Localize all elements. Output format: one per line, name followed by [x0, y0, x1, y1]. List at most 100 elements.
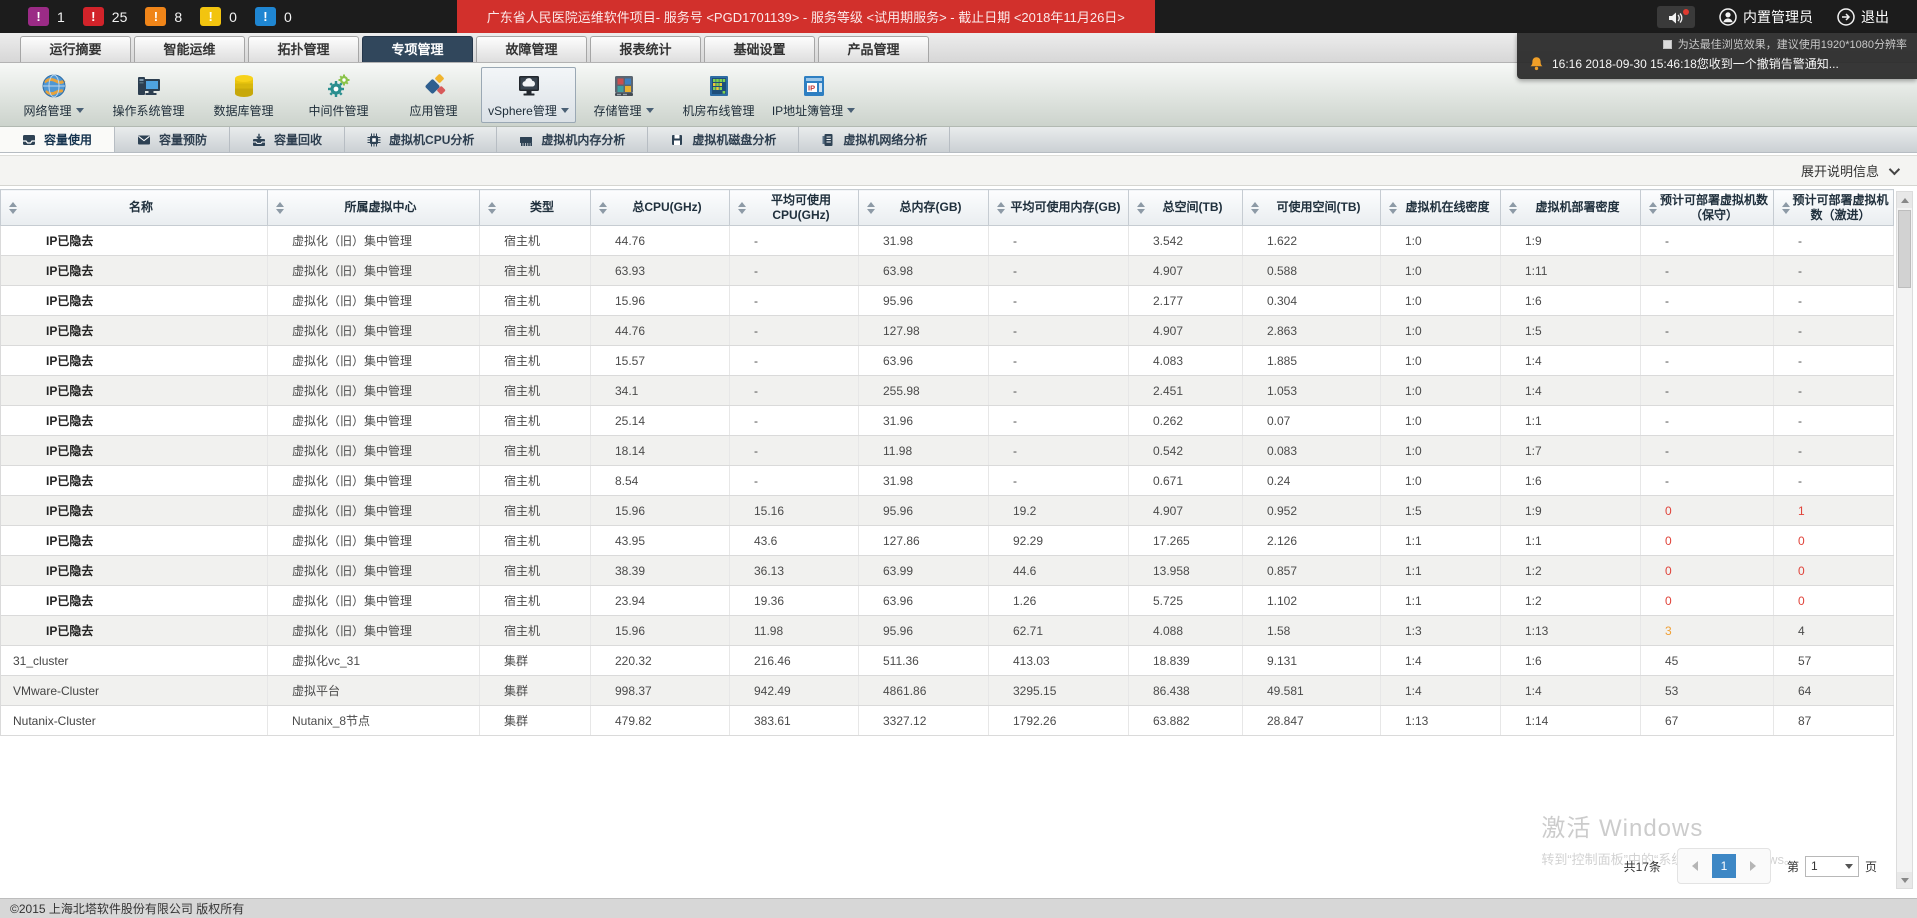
scrollbar-thumb[interactable] — [1898, 210, 1911, 288]
sub-tab[interactable]: 容量回收 — [230, 127, 345, 152]
expand-info-toggle[interactable]: 展开说明信息 — [0, 155, 1917, 186]
sub-tab[interactable]: 虚拟机磁盘分析 — [648, 127, 799, 152]
main-tab[interactable]: 运行摘要 — [20, 36, 131, 62]
toolbar-item[interactable]: IP IP地址簿管理 — [766, 67, 861, 123]
sub-tab-label: 虚拟机CPU分析 — [389, 131, 474, 148]
table-row[interactable]: IP已隐去虚拟化（旧）集中管理宿主机15.9611.9895.9662.714.… — [1, 616, 1894, 646]
notification-toast[interactable]: 为达最佳浏览效果，建议使用1920*1080分辨率 16:16 2018-09-… — [1517, 33, 1917, 79]
main-tab[interactable]: 专项管理 — [362, 36, 473, 62]
toolbar-item[interactable]: 数据库管理 — [196, 67, 291, 123]
main-tab[interactable]: 智能运维 — [134, 36, 245, 62]
column-header[interactable]: 总内存(GB) — [859, 190, 989, 226]
alert-counter[interactable]: ! 25 — [83, 7, 128, 26]
sort-icon[interactable] — [3, 202, 17, 214]
main-tab[interactable]: 故障管理 — [476, 36, 587, 62]
alert-counter[interactable]: ! 0 — [255, 7, 292, 26]
toolbar-item[interactable]: vSphere管理 — [481, 67, 576, 123]
cell-mem-total: 127.98 — [859, 316, 989, 346]
toolbar-item[interactable]: 中间件管理 — [291, 67, 386, 123]
current-page-button[interactable]: 1 — [1712, 854, 1736, 878]
toolbar-item[interactable]: 应用管理 — [386, 67, 481, 123]
column-header[interactable]: 总空间(TB) — [1129, 190, 1243, 226]
sort-icon[interactable] — [861, 202, 875, 214]
table-row[interactable]: IP已隐去虚拟化（旧）集中管理宿主机44.76-31.98-3.5421.622… — [1, 226, 1894, 256]
page-select-dropdown[interactable]: 1 — [1805, 856, 1859, 877]
table-row[interactable]: IP已隐去虚拟化（旧）集中管理宿主机8.54-31.98-0.6710.241:… — [1, 466, 1894, 496]
logout-button[interactable]: 退出 — [1837, 7, 1889, 27]
table-row[interactable]: IP已隐去虚拟化（旧）集中管理宿主机15.96-95.96-2.1770.304… — [1, 286, 1894, 316]
table-row[interactable]: IP已隐去虚拟化（旧）集中管理宿主机38.3936.1363.9944.613.… — [1, 556, 1894, 586]
prev-page-button[interactable] — [1692, 861, 1698, 871]
column-header[interactable]: 总CPU(GHz) — [591, 190, 730, 226]
next-page-button[interactable] — [1750, 861, 1756, 871]
cell-mem-total: 63.96 — [859, 586, 989, 616]
alert-counter[interactable]: ! 1 — [28, 7, 65, 26]
cell-deployable-conservative: - — [1641, 406, 1774, 436]
table-row[interactable]: IP已隐去虚拟化（旧）集中管理宿主机15.57-63.96-4.0831.885… — [1, 346, 1894, 376]
alert-counter[interactable]: ! 0 — [200, 7, 237, 26]
column-header[interactable]: 预计可部署虚拟机数（保守） — [1641, 190, 1774, 226]
table-row[interactable]: 31_cluster虚拟化vc_31集群220.32216.46511.3641… — [1, 646, 1894, 676]
column-header[interactable]: 名称 — [1, 190, 268, 226]
scroll-down-button[interactable] — [1897, 872, 1912, 888]
cell-deployable-conservative: - — [1641, 316, 1774, 346]
column-header[interactable]: 预计可部署虚拟机数（激进） — [1774, 190, 1894, 226]
toolbar-item[interactable]: 网络管理 — [6, 67, 101, 123]
column-header[interactable]: 可使用空间(TB) — [1243, 190, 1381, 226]
column-header[interactable]: 类型 — [480, 190, 591, 226]
cell-vcenter: 虚拟化（旧）集中管理 — [268, 346, 480, 376]
table-row[interactable]: IP已隐去虚拟化（旧）集中管理宿主机44.76-127.98-4.9072.86… — [1, 316, 1894, 346]
cell-mem-total: 31.98 — [859, 466, 989, 496]
alarm-notification[interactable]: 16:16 2018-09-30 15:46:18您收到一个撤销告警通知... — [1529, 55, 1907, 72]
dropdown-caret-icon — [561, 108, 569, 113]
table-row[interactable]: VMware-Cluster虚拟平台集群998.37942.494861.863… — [1, 676, 1894, 706]
vsphere-cloud-icon — [515, 72, 543, 100]
column-header[interactable]: 所属虚拟中心 — [268, 190, 480, 226]
sub-tab[interactable]: 容量使用 — [0, 127, 115, 152]
sub-tab[interactable]: 虚拟机内存分析 — [497, 127, 648, 152]
alert-counter[interactable]: ! 8 — [145, 7, 182, 26]
main-tab[interactable]: 拓扑管理 — [248, 36, 359, 62]
table-row[interactable]: IP已隐去虚拟化（旧）集中管理宿主机34.1-255.98-2.4511.053… — [1, 376, 1894, 406]
table-row[interactable]: Nutanix-ClusterNutanix_8节点集群479.82383.61… — [1, 706, 1894, 736]
main-tab[interactable]: 产品管理 — [818, 36, 929, 62]
sound-notification-button[interactable] — [1657, 6, 1695, 28]
table-row[interactable]: IP已隐去虚拟化（旧）集中管理宿主机43.9543.6127.8692.2917… — [1, 526, 1894, 556]
scroll-up-button[interactable] — [1897, 192, 1912, 208]
sort-icon[interactable] — [1131, 202, 1145, 214]
table-row[interactable]: IP已隐去虚拟化（旧）集中管理宿主机25.14-31.96-0.2620.071… — [1, 406, 1894, 436]
cell-space-total: 4.907 — [1129, 316, 1243, 346]
sort-icon[interactable] — [482, 202, 496, 214]
cell-deployable-aggressive: - — [1774, 466, 1894, 496]
user-menu[interactable]: 内置管理员 — [1719, 7, 1813, 27]
sub-tab[interactable]: 容量预防 — [115, 127, 230, 152]
sort-icon[interactable] — [1776, 202, 1790, 214]
table-row[interactable]: IP已隐去虚拟化（旧）集中管理宿主机18.14-11.98-0.5420.083… — [1, 436, 1894, 466]
column-header[interactable]: 虚拟机部署密度 — [1501, 190, 1641, 226]
sort-icon[interactable] — [270, 202, 284, 214]
toolbar-item[interactable]: 机房布线管理 — [671, 67, 766, 123]
sort-icon[interactable] — [732, 202, 746, 214]
table-row[interactable]: IP已隐去虚拟化（旧）集中管理宿主机23.9419.3663.961.265.7… — [1, 586, 1894, 616]
column-header[interactable]: 平均可使用CPU(GHz) — [730, 190, 859, 226]
column-header[interactable]: 虚拟机在线密度 — [1381, 190, 1501, 226]
sort-icon[interactable] — [1383, 202, 1397, 214]
toolbar-item[interactable]: 存储管理 — [576, 67, 671, 123]
sort-icon[interactable] — [1245, 202, 1259, 214]
column-header[interactable]: 平均可使用内存(GB) — [989, 190, 1129, 226]
table-row[interactable]: IP已隐去虚拟化（旧）集中管理宿主机15.9615.1695.9619.24.9… — [1, 496, 1894, 526]
main-tab[interactable]: 基础设置 — [704, 36, 815, 62]
toolbar-item[interactable]: 操作系统管理 — [101, 67, 196, 123]
cell-name: IP已隐去 — [1, 226, 268, 256]
main-tab[interactable]: 报表统计 — [590, 36, 701, 62]
cell-cpu-total: 44.76 — [591, 316, 730, 346]
vertical-scrollbar[interactable] — [1896, 191, 1913, 889]
sort-icon[interactable] — [1503, 202, 1517, 214]
sub-tab[interactable]: 虚拟机网络分析 — [799, 127, 950, 152]
cell-type: 宿主机 — [480, 286, 591, 316]
sort-icon[interactable] — [593, 202, 607, 214]
sort-icon[interactable] — [991, 202, 1005, 214]
sort-icon[interactable] — [1643, 202, 1657, 214]
table-row[interactable]: IP已隐去虚拟化（旧）集中管理宿主机63.93-63.98-4.9070.588… — [1, 256, 1894, 286]
sub-tab[interactable]: 虚拟机CPU分析 — [345, 127, 497, 152]
